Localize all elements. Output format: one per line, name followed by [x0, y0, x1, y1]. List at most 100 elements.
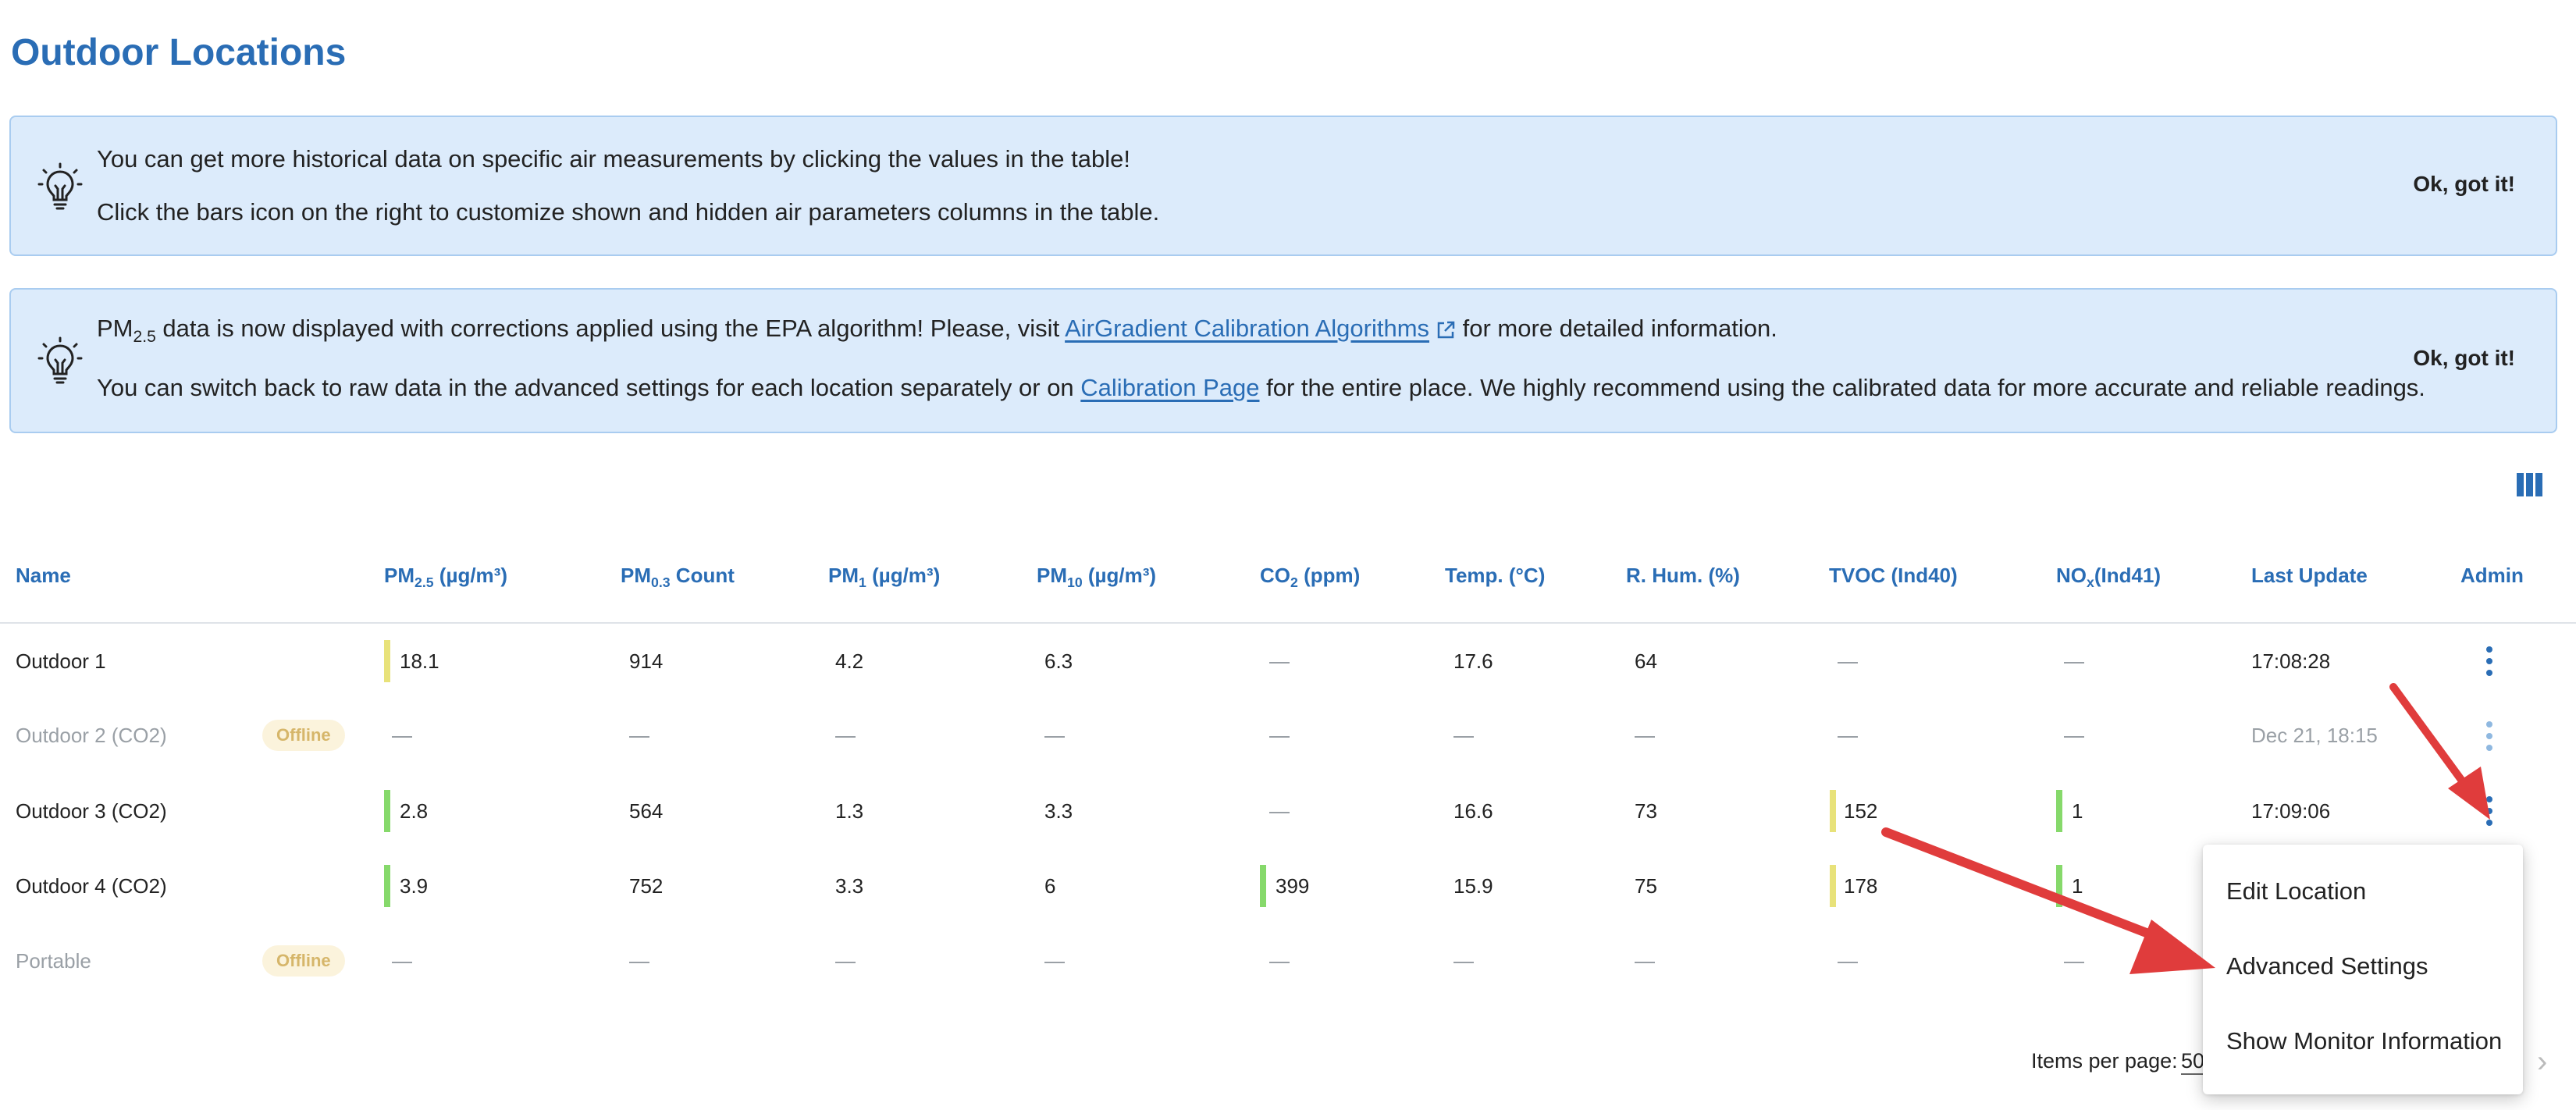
kebab-menu-icon[interactable]	[2485, 721, 2493, 752]
pm-label: PM	[97, 315, 133, 342]
menu-item-show-monitor-information[interactable]: Show Monitor Information	[2226, 1027, 2502, 1055]
nox-empty	[2064, 649, 2084, 673]
pm10-value[interactable]: 6	[1044, 874, 1055, 898]
admin-context-menu: Edit Location Advanced Settings Show Mon…	[2203, 845, 2523, 1094]
empty-value	[1838, 724, 1858, 747]
column-header-pm03[interactable]: PM0.3 Count	[621, 564, 735, 591]
pm1-value[interactable]: 4.2	[835, 649, 863, 673]
column-header-humidity[interactable]: R. Hum. (%)	[1626, 564, 1740, 588]
location-name[interactable]: Portable	[16, 949, 91, 973]
banner-text: You can switch back to raw data in the a…	[97, 374, 1081, 401]
column-header-name[interactable]: Name	[16, 564, 71, 588]
pm10-value[interactable]: 3.3	[1044, 799, 1073, 823]
calibration-page-link[interactable]: Calibration Page	[1080, 374, 1259, 401]
column-header-co2[interactable]: CO2 (ppm)	[1260, 564, 1360, 591]
header-subscript: 2	[1290, 575, 1298, 591]
menu-item-advanced-settings[interactable]: Advanced Settings	[2226, 952, 2428, 980]
tvoc-indicator	[1830, 790, 1836, 832]
header-text: PM	[1037, 564, 1067, 587]
header-text: PM	[621, 564, 651, 587]
kebab-menu-icon[interactable]	[2485, 796, 2493, 827]
status-badge: Offline	[262, 720, 345, 751]
header-subscript: 1	[859, 575, 866, 591]
header-text: (µg/m³)	[1082, 564, 1157, 587]
header-text: (ppm)	[1297, 564, 1361, 587]
co2-indicator	[1260, 865, 1266, 907]
pm10-value[interactable]: 6.3	[1044, 649, 1073, 673]
last-update-value: 17:08:28	[2251, 649, 2331, 673]
empty-value	[1044, 724, 1065, 747]
annotation-arrow-to-advanced-settings	[1881, 827, 2215, 974]
pm25-value[interactable]: 3.9	[400, 874, 428, 898]
header-subscript: x	[2087, 575, 2094, 591]
location-name[interactable]: Outdoor 2 (CO2)	[16, 724, 167, 747]
header-text: PM	[384, 564, 415, 587]
pm-subscript: 2.5	[133, 328, 156, 347]
column-header-tvoc[interactable]: TVOC (Ind40)	[1829, 564, 1958, 588]
ok-got-it-button[interactable]: Ok, got it!	[2413, 172, 2515, 197]
empty-value	[1269, 949, 1290, 973]
location-name[interactable]: Outdoor 1	[16, 649, 106, 673]
humidity-value[interactable]: 73	[1635, 799, 1657, 823]
header-text: (µg/m³)	[433, 564, 507, 587]
co2-empty	[1269, 799, 1290, 823]
columns-icon[interactable]	[2517, 473, 2543, 496]
nox-indicator	[2056, 790, 2062, 832]
lightbulb-icon	[37, 162, 83, 210]
banner-text-line-2: Click the bars icon on the right to cust…	[97, 198, 1160, 226]
nox-value[interactable]: 1	[2072, 799, 2083, 823]
column-header-last-update[interactable]: Last Update	[2251, 564, 2368, 588]
banner-text: for the entire place. We highly recommen…	[1259, 374, 2425, 401]
pm25-indicator	[384, 640, 390, 682]
temp-value[interactable]: 16.6	[1453, 799, 1493, 823]
column-header-pm10[interactable]: PM10 (µg/m³)	[1037, 564, 1156, 591]
ok-got-it-button[interactable]: Ok, got it!	[2413, 346, 2515, 371]
pm25-value[interactable]: 18.1	[400, 649, 439, 673]
header-text: NO	[2056, 564, 2087, 587]
kebab-menu-icon[interactable]	[2485, 646, 2493, 678]
empty-value	[629, 724, 649, 747]
pm03-value[interactable]: 752	[629, 874, 663, 898]
pm03-value[interactable]: 564	[629, 799, 663, 823]
page-title: Outdoor Locations	[11, 32, 347, 73]
tip-banner-calibration: PM2.5 data is now displayed with correct…	[9, 288, 2557, 433]
temp-value[interactable]: 17.6	[1453, 649, 1493, 673]
lightbulb-icon	[37, 336, 83, 384]
last-update-value: 17:09:06	[2251, 799, 2331, 823]
tvoc-value[interactable]: 152	[1844, 799, 1877, 823]
header-text: CO	[1260, 564, 1290, 587]
banner-text-line-1: You can get more historical data on spec…	[97, 145, 1130, 173]
banner-text: for more detailed information.	[1456, 315, 1777, 342]
column-header-pm1[interactable]: PM1 (µg/m³)	[828, 564, 940, 591]
empty-value	[1838, 949, 1858, 973]
humidity-value[interactable]: 75	[1635, 874, 1657, 898]
humidity-value[interactable]: 64	[1635, 649, 1657, 673]
column-header-temp[interactable]: Temp. (°C)	[1445, 564, 1545, 588]
empty-value	[1453, 724, 1474, 747]
header-divider	[0, 622, 2576, 624]
location-name[interactable]: Outdoor 3 (CO2)	[16, 799, 167, 823]
header-subscript: 10	[1067, 575, 1083, 591]
column-header-nox[interactable]: NOx(Ind41)	[2056, 564, 2161, 591]
column-header-pm25[interactable]: PM2.5 (µg/m³)	[384, 564, 507, 591]
pm03-value[interactable]: 914	[629, 649, 663, 673]
tvoc-value[interactable]: 178	[1844, 874, 1877, 898]
pm25-value[interactable]: 2.8	[400, 799, 428, 823]
location-name[interactable]: Outdoor 4 (CO2)	[16, 874, 167, 898]
header-subscript: 2.5	[415, 575, 434, 591]
chevron-right-icon[interactable]: ›	[2537, 1044, 2547, 1080]
empty-value	[392, 724, 412, 747]
pm1-value[interactable]: 1.3	[835, 799, 863, 823]
temp-value[interactable]: 15.9	[1453, 874, 1493, 898]
pm1-value[interactable]: 3.3	[835, 874, 863, 898]
empty-value	[629, 949, 649, 973]
calibration-algorithms-link[interactable]: AirGradient Calibration Algorithms	[1065, 315, 1456, 342]
link-label: AirGradient Calibration Algorithms	[1065, 315, 1430, 342]
empty-value	[2064, 949, 2084, 973]
header-text: (Ind41)	[2094, 564, 2161, 587]
empty-value	[1269, 724, 1290, 747]
co2-value[interactable]: 399	[1276, 874, 1309, 898]
nox-value[interactable]: 1	[2072, 874, 2083, 898]
menu-item-edit-location[interactable]: Edit Location	[2226, 877, 2366, 905]
co2-empty	[1269, 649, 1290, 673]
